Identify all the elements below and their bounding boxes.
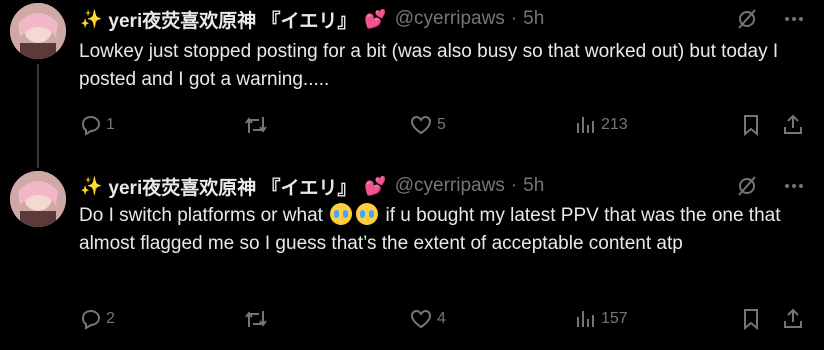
reply-count: 2 <box>106 310 115 327</box>
loudly-crying-emoji <box>356 203 379 225</box>
display-name[interactable]: ✨ yeri夜荧喜欢原神 『イエリ』 💕 <box>80 6 387 33</box>
tweet-2[interactable]: ✨ yeri夜荧喜欢原神 『イエリ』 💕 @cyerripaws · 5h Do… <box>0 168 824 350</box>
handle[interactable]: @cyerripaws <box>395 175 505 197</box>
action-bar: 2 4 157 <box>78 306 808 332</box>
avatar[interactable] <box>10 3 66 59</box>
reply-icon <box>78 307 102 331</box>
like-button[interactable]: 5 <box>409 113 446 137</box>
separator: · <box>510 8 518 29</box>
bookmark-icon <box>740 113 762 137</box>
grok-icon[interactable] <box>736 175 758 202</box>
reply-button[interactable]: 2 <box>78 307 115 331</box>
tweet-text: Do I switch platforms or what if u bough… <box>79 202 809 258</box>
heart-emoji: 💕 <box>364 175 387 196</box>
bookmark-icon <box>740 307 762 331</box>
like-count: 5 <box>437 116 446 133</box>
thread-line <box>37 64 39 168</box>
views-button[interactable]: 213 <box>575 113 628 137</box>
sparkles-emoji: ✨ <box>80 8 103 30</box>
like-count: 4 <box>437 310 446 327</box>
retweet-button[interactable] <box>243 307 273 331</box>
separator: · <box>510 175 518 196</box>
views-count: 213 <box>601 116 628 133</box>
like-icon <box>409 307 433 331</box>
retweet-button[interactable] <box>243 113 273 137</box>
avatar[interactable] <box>10 171 66 227</box>
views-icon <box>575 113 597 137</box>
like-button[interactable]: 4 <box>409 307 446 331</box>
like-icon <box>409 113 433 137</box>
sparkles-emoji: ✨ <box>80 175 103 197</box>
views-icon <box>575 307 597 331</box>
tweet-1[interactable]: ✨ yeri夜荧喜欢原神 『イエリ』 💕 @cyerripaws · 5h Lo… <box>0 0 824 168</box>
loudly-crying-emoji <box>330 203 353 225</box>
tweet-text-part1: Do I switch platforms or what <box>79 205 323 226</box>
tweet-text: Lowkey just stopped posting for a bit (w… <box>79 41 779 90</box>
display-name[interactable]: ✨ yeri夜荧喜欢原神 『イエリ』 💕 <box>80 173 387 200</box>
reply-button[interactable]: 1 <box>78 113 115 137</box>
tweet-header: ✨ yeri夜荧喜欢原神 『イエリ』 💕 @cyerripaws · 5h <box>80 173 544 199</box>
display-name-text: yeri夜荧喜欢原神 『イエリ』 <box>108 10 357 32</box>
bookmark-button[interactable] <box>740 113 762 137</box>
bookmark-button[interactable] <box>740 307 762 331</box>
header-icons <box>736 175 804 202</box>
heart-emoji: 💕 <box>364 8 387 29</box>
action-bar: 1 5 213 <box>78 112 808 138</box>
timestamp[interactable]: 5h <box>523 175 544 197</box>
reply-icon <box>78 113 102 137</box>
reply-count: 1 <box>106 116 115 133</box>
views-count: 157 <box>601 310 628 327</box>
share-button[interactable] <box>782 113 804 137</box>
grok-icon[interactable] <box>736 8 758 35</box>
more-icon[interactable] <box>784 176 804 201</box>
tweet-header: ✨ yeri夜荧喜欢原神 『イエリ』 💕 @cyerripaws · 5h <box>80 6 544 32</box>
share-icon <box>782 307 804 331</box>
views-button[interactable]: 157 <box>575 307 628 331</box>
header-icons <box>736 8 804 35</box>
display-name-text: yeri夜荧喜欢原神 『イエリ』 <box>108 177 357 199</box>
more-icon[interactable] <box>784 9 804 34</box>
handle[interactable]: @cyerripaws <box>395 8 505 30</box>
share-button[interactable] <box>782 307 804 331</box>
timestamp[interactable]: 5h <box>523 8 544 30</box>
retweet-icon <box>243 307 269 331</box>
retweet-icon <box>243 113 269 137</box>
share-icon <box>782 113 804 137</box>
